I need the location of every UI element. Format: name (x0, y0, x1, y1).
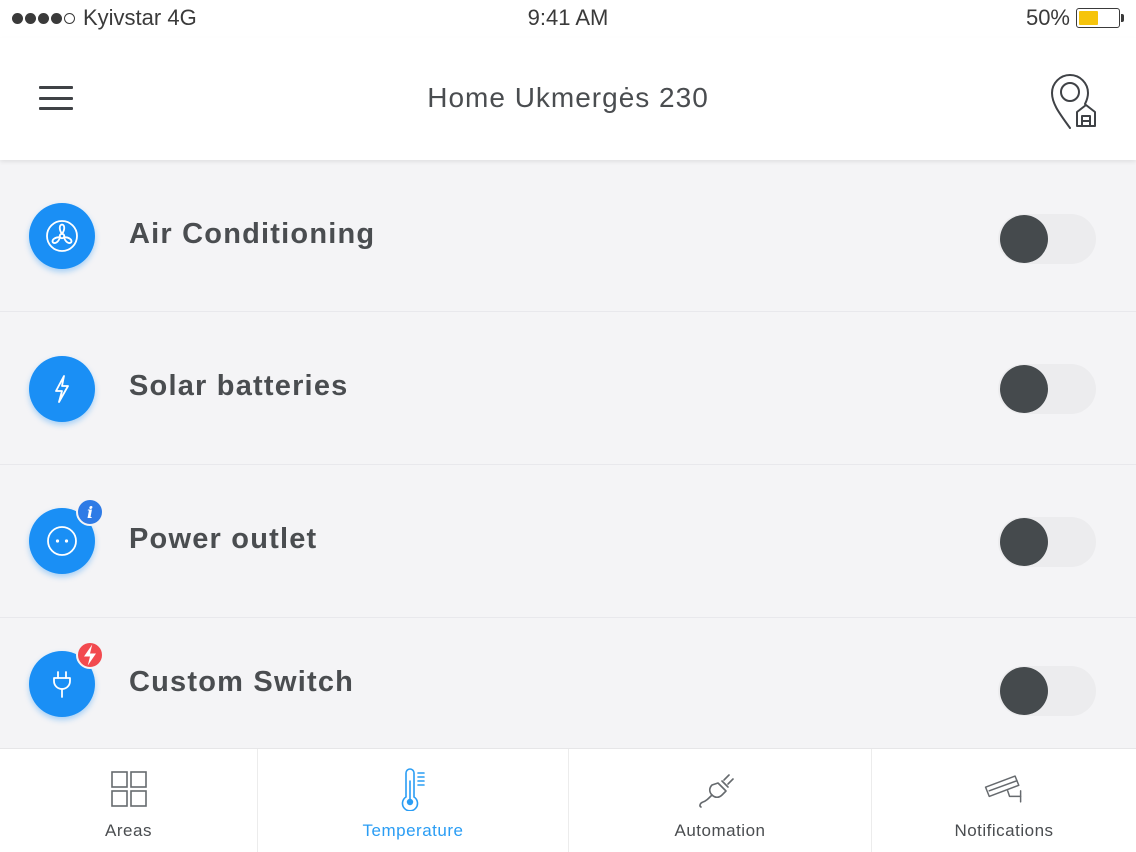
tab-temperature[interactable]: Temperature (258, 749, 569, 852)
plug-icon (53, 671, 71, 698)
toggle-knob (1000, 518, 1048, 566)
device-row-solar-batteries[interactable]: Solar batteries (0, 312, 1136, 465)
toggle-knob (1000, 215, 1048, 263)
power-outlet-icon (47, 526, 77, 556)
alert-badge[interactable] (76, 641, 104, 669)
grid-icon (105, 767, 153, 811)
device-icon (29, 203, 95, 269)
plug-cable-icon (696, 767, 744, 811)
device-label: Custom Switch (129, 666, 355, 698)
device-row-power-outlet[interactable]: i Power outlet (0, 465, 1136, 618)
bottom-tab-bar: Areas Temperature Automation Notificatio… (0, 748, 1136, 852)
tab-automation[interactable]: Automation (569, 749, 872, 852)
tab-label: Temperature (362, 821, 464, 840)
toggle-knob (1000, 667, 1048, 715)
device-toggle[interactable] (998, 214, 1096, 264)
lightning-icon (55, 375, 69, 403)
tab-areas[interactable]: Areas (0, 749, 258, 852)
device-toggle[interactable] (998, 666, 1096, 716)
fan-icon (46, 220, 78, 252)
battery-fill (1079, 11, 1098, 25)
status-time: 9:41 AM (527, 5, 609, 30)
app-header: Home Ukmergės 230 (0, 38, 1136, 160)
device-label: Air Conditioning (129, 218, 376, 250)
tab-label: Notifications (954, 821, 1054, 840)
device-label: Solar batteries (129, 370, 349, 402)
lightning-icon (84, 644, 96, 666)
device-row-air-conditioning[interactable]: Air Conditioning (0, 160, 1136, 312)
device-icon (29, 641, 104, 717)
status-right: 50% (1025, 5, 1124, 31)
security-camera-icon (980, 767, 1028, 811)
info-icon: i (86, 502, 94, 522)
device-icon: i (29, 498, 104, 574)
info-badge[interactable]: i (76, 498, 104, 526)
tab-label: Automation (674, 821, 766, 840)
tab-label: Areas (105, 821, 152, 840)
device-label: Power outlet (129, 523, 318, 555)
device-toggle[interactable] (998, 364, 1096, 414)
device-toggle[interactable] (998, 517, 1096, 567)
location-home-pin-icon[interactable] (1048, 72, 1100, 130)
battery-icon (1076, 8, 1124, 28)
device-list: Air Conditioning Solar batteries i Power… (0, 160, 1136, 748)
thermometer-icon (389, 767, 437, 811)
device-icon (29, 356, 95, 422)
device-row-custom-switch[interactable]: Custom Switch (0, 618, 1136, 748)
battery-percent: 50% (1025, 5, 1070, 30)
tab-notifications[interactable]: Notifications (872, 749, 1136, 852)
page-title: Home Ukmergės 230 (427, 82, 709, 113)
toggle-knob (1000, 365, 1048, 413)
status-bar: Kyivstar 4G 9:41 AM 50% (0, 0, 1136, 38)
